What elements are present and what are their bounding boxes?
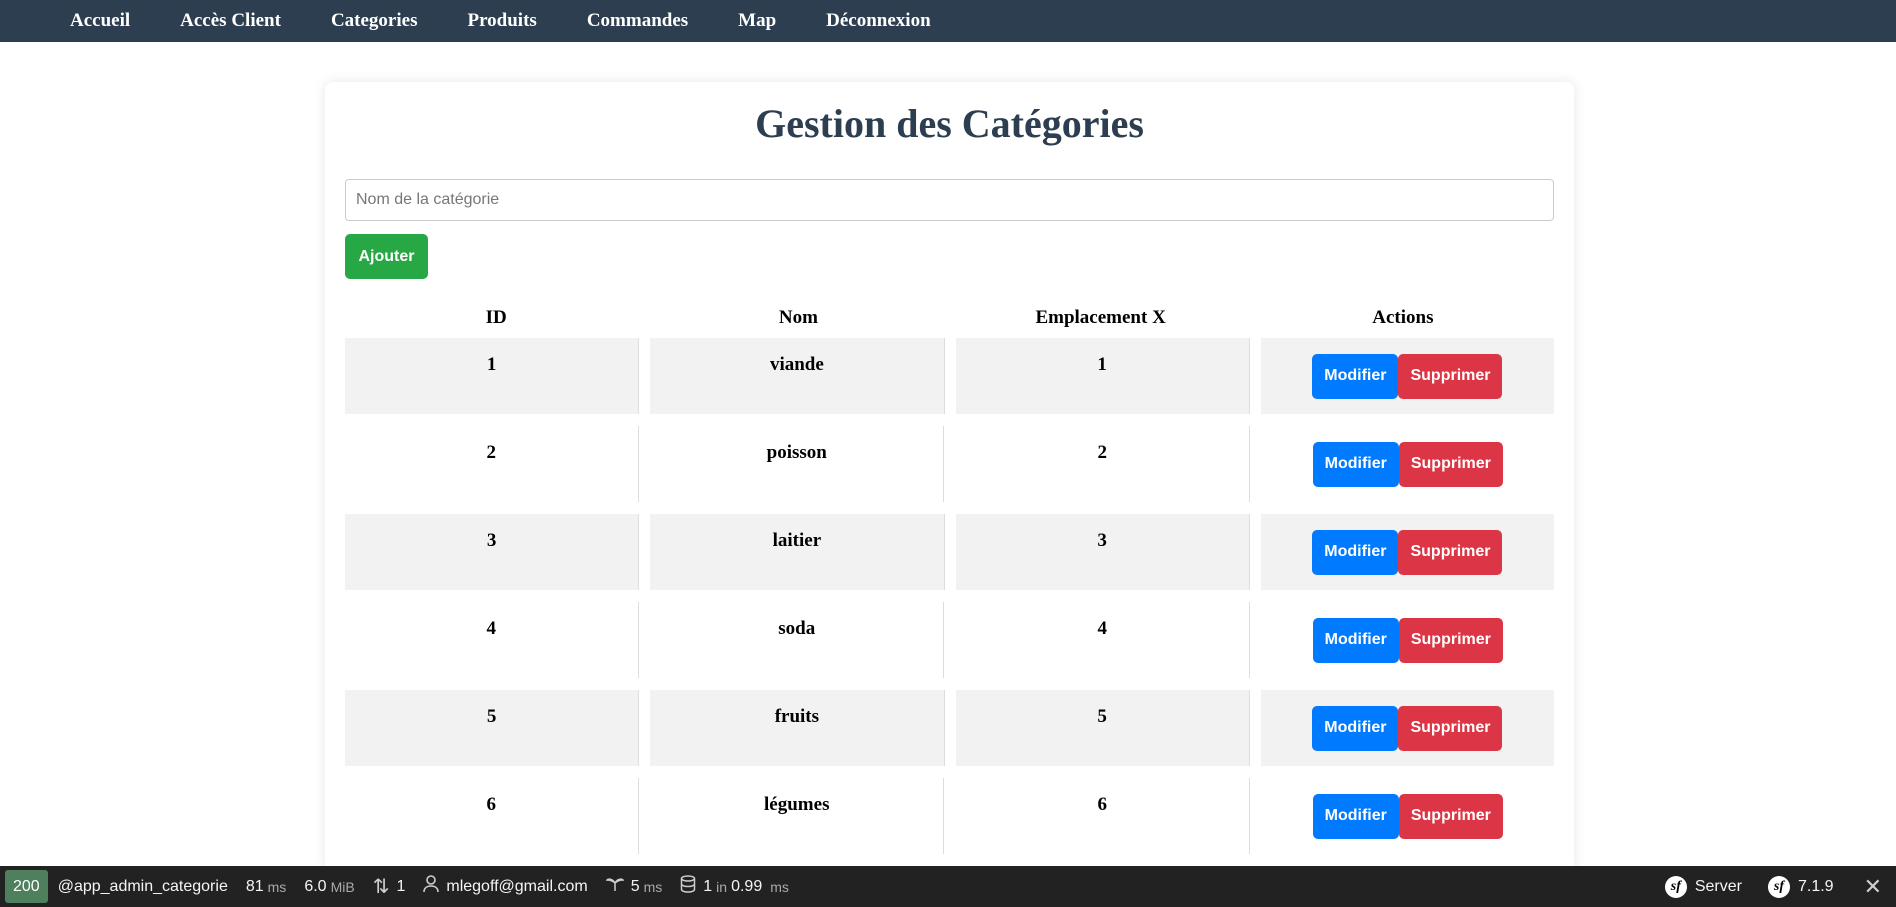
status-badge[interactable]: 200 xyxy=(5,870,48,903)
twig-time-unit: ms xyxy=(643,878,663,895)
route-name[interactable]: @app_admin_categorie xyxy=(58,878,228,896)
requests-value: 1 xyxy=(396,877,406,895)
cell-nom: viande xyxy=(650,338,944,414)
requests-count[interactable]: ⇅ 1 xyxy=(373,874,406,899)
table-row: 4 soda 4 Modifier Supprimer xyxy=(345,602,1554,678)
twig-time[interactable]: 5 ms xyxy=(604,875,663,898)
cell-nom: fruits xyxy=(650,690,944,766)
edit-button[interactable]: Modifier xyxy=(1312,793,1399,839)
db-time-unit: ms xyxy=(770,878,789,895)
cell-actions: Modifier Supprimer xyxy=(1260,690,1554,766)
server-label: Server xyxy=(1694,877,1742,895)
header-id: ID xyxy=(485,307,507,328)
version-value: 7.1.9 xyxy=(1797,877,1834,895)
nav-map[interactable]: Map xyxy=(738,10,776,32)
memory-unit: MiB xyxy=(330,878,355,895)
symfony-debug-toolbar: 200 @app_admin_categorie 81 ms 6.0 MiB ⇅… xyxy=(0,866,1896,907)
cell-id: 3 xyxy=(345,514,639,590)
memory-usage[interactable]: 6.0 MiB xyxy=(304,878,354,896)
cell-actions: Modifier Supprimer xyxy=(1262,602,1555,678)
top-navigation: Accueil Accès Client Categories Produits… xyxy=(0,0,1896,42)
table-row: 1 viande 1 Modifier Supprimer xyxy=(345,338,1554,414)
request-time[interactable]: 81 ms xyxy=(246,878,286,896)
db-in-label: in xyxy=(716,878,728,895)
table-row: 5 fruits 5 Modifier Supprimer xyxy=(345,690,1554,766)
security-user[interactable]: mlegoff@gmail.com xyxy=(423,874,588,899)
nav-categories[interactable]: Categories xyxy=(331,10,418,32)
cell-emplacement: 2 xyxy=(956,426,1250,502)
nav-accueil[interactable]: Accueil xyxy=(70,10,130,32)
cell-id: 4 xyxy=(345,602,639,678)
cell-actions: Modifier Supprimer xyxy=(1262,778,1555,854)
db-queries-count: 1 xyxy=(703,877,713,895)
delete-button[interactable]: Supprimer xyxy=(1398,793,1503,839)
cell-actions: Modifier Supprimer xyxy=(1260,514,1554,590)
edit-button[interactable]: Modifier xyxy=(1312,617,1399,663)
cell-id: 2 xyxy=(345,426,639,502)
cell-emplacement: 1 xyxy=(955,338,1249,414)
cell-nom: légumes xyxy=(651,778,944,854)
arrows-updown-icon: ⇅ xyxy=(372,876,390,898)
cell-actions: Modifier Supprimer xyxy=(1260,338,1554,414)
cell-emplacement: 6 xyxy=(956,778,1250,854)
cell-id: 6 xyxy=(345,778,639,854)
request-time-value: 81 xyxy=(245,877,264,895)
categories-table: ID Nom Emplacement X Actions 1 viande 1 Mod… xyxy=(345,298,1554,866)
page-title: Gestion des Catégories xyxy=(755,101,1144,146)
category-name-input[interactable] xyxy=(345,179,1554,221)
cell-id: 1 xyxy=(345,338,639,414)
cell-nom: poisson xyxy=(651,426,944,502)
delete-button[interactable]: Supprimer xyxy=(1398,441,1503,487)
request-time-unit: ms xyxy=(267,878,287,895)
header-actions: Actions xyxy=(1372,307,1434,328)
cell-emplacement: 5 xyxy=(955,690,1249,766)
user-icon xyxy=(423,874,440,899)
nav-commandes[interactable]: Commandes xyxy=(587,10,688,32)
cell-actions: Modifier Supprimer xyxy=(1262,426,1555,502)
nav-produits[interactable]: Produits xyxy=(467,10,536,32)
categories-card: Gestion des Catégories Ajouter ID Nom Em… xyxy=(325,82,1574,872)
nav-acces-client[interactable]: Accès Client xyxy=(180,10,281,32)
cell-emplacement: 3 xyxy=(955,514,1249,590)
delete-button[interactable]: Supprimer xyxy=(1398,353,1503,399)
table-row: 6 légumes 6 Modifier Supprimer xyxy=(345,778,1554,854)
server-info[interactable]: sf Server xyxy=(1664,875,1742,898)
edit-button[interactable]: Modifier xyxy=(1312,353,1399,399)
close-icon[interactable]: ✕ xyxy=(1864,874,1882,900)
user-email: mlegoff@gmail.com xyxy=(446,877,588,895)
cell-id: 5 xyxy=(345,690,639,766)
cell-nom: laitier xyxy=(650,514,944,590)
symfony-version-logo-icon: sf xyxy=(1767,875,1790,898)
edit-button[interactable]: Modifier xyxy=(1312,441,1399,487)
database-icon xyxy=(680,874,696,899)
nav-deconnexion[interactable]: Déconnexion xyxy=(826,10,931,32)
table-row: 3 laitier 3 Modifier Supprimer xyxy=(345,514,1554,590)
delete-button[interactable]: Supprimer xyxy=(1398,617,1503,663)
memory-value: 6.0 xyxy=(304,877,327,895)
cell-emplacement: 4 xyxy=(956,602,1250,678)
delete-button[interactable]: Supprimer xyxy=(1398,529,1503,575)
edit-button[interactable]: Modifier xyxy=(1312,705,1399,751)
toolbar-right: sf Server sf 7.1.9 ✕ xyxy=(1647,874,1896,900)
database-queries[interactable]: 1 in 0.99 ms xyxy=(680,874,789,899)
header-nom: Nom xyxy=(778,307,818,328)
add-category-button[interactable]: Ajouter xyxy=(345,234,428,279)
edit-button[interactable]: Modifier xyxy=(1312,529,1399,575)
symfony-logo-icon: sf xyxy=(1664,875,1687,898)
table-body: 1 viande 1 Modifier Supprimer 2 poisson 2 Modifi… xyxy=(345,338,1554,866)
cell-nom: soda xyxy=(651,602,944,678)
db-time-value: 0.99 xyxy=(731,877,763,895)
twig-time-value: 5 xyxy=(630,877,640,895)
symfony-version[interactable]: sf 7.1.9 xyxy=(1767,875,1834,898)
table-row: 2 poisson 2 Modifier Supprimer xyxy=(345,426,1554,502)
twig-leaf-icon xyxy=(604,875,625,898)
delete-button[interactable]: Supprimer xyxy=(1398,705,1503,751)
header-emplacement: Emplacement X xyxy=(1035,307,1166,328)
table-header: ID Nom Emplacement X Actions xyxy=(345,298,1554,338)
